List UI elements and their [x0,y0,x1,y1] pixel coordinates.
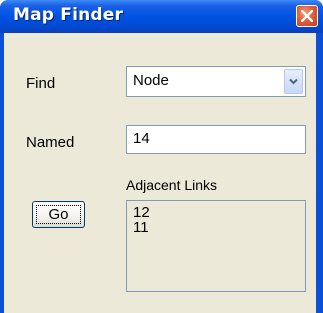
map-finder-window: Map Finder Find Node Named 14 Adjacent L… [0,0,323,313]
list-item[interactable]: 12 [133,205,305,220]
named-input-value: 14 [133,130,150,147]
title-bar[interactable]: Map Finder [0,0,323,33]
chevron-down-icon [289,78,298,85]
adjacent-links-list[interactable]: 12 11 [126,200,306,292]
list-item[interactable]: 11 [133,220,305,235]
go-button[interactable]: Go [32,201,85,228]
named-label: Named [26,134,75,151]
find-select-value: Node [133,72,169,89]
close-icon [301,10,313,22]
close-button[interactable] [296,5,318,27]
dropdown-button[interactable] [284,69,303,94]
adjacent-links-label: Adjacent Links [126,177,218,193]
window-title: Map Finder [13,5,124,25]
dialog-body: Find Node Named 14 Adjacent Links Go 12 … [4,33,316,313]
go-button-label: Go [48,206,69,223]
named-input[interactable]: 14 [126,125,306,154]
find-select[interactable]: Node [126,66,306,97]
find-label: Find [26,75,56,92]
